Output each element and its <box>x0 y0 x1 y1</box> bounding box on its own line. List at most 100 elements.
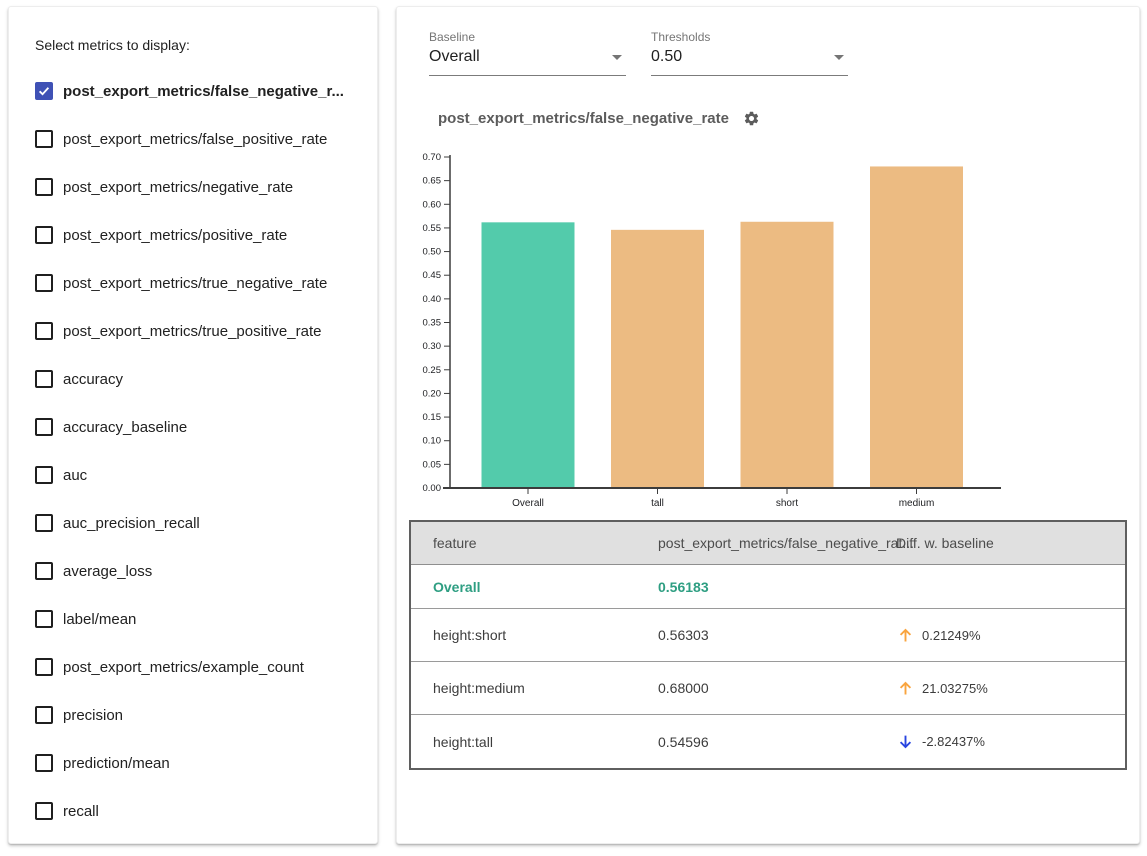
thresholds-label: Thresholds <box>651 30 848 44</box>
checkbox-unchecked-icon[interactable] <box>35 658 53 676</box>
y-tick-label: 0.00 <box>423 483 442 494</box>
bar-chart: 0.000.050.100.150.200.250.300.350.400.45… <box>397 141 1141 521</box>
table-header-row: feature post_export_metrics/false_negati… <box>411 522 1125 565</box>
cell-feature: height:medium <box>433 680 658 696</box>
chart-bar-tall[interactable] <box>611 230 704 487</box>
chart-title: post_export_metrics/false_negative_rate <box>438 110 729 127</box>
cell-diff: 21.03275% <box>896 679 1125 698</box>
metric-label: post_export_metrics/true_positive_rate <box>63 323 321 340</box>
chart-bar-medium[interactable] <box>870 166 963 487</box>
metric-label: average_loss <box>63 563 152 580</box>
chart-header: post_export_metrics/false_negative_rate <box>438 110 760 127</box>
metric-checkbox-item[interactable]: auc_precision_recall <box>35 499 377 547</box>
x-tick-label: short <box>776 498 798 509</box>
metric-checkbox-item[interactable]: post_export_metrics/example_count <box>35 643 377 691</box>
y-tick-label: 0.30 <box>423 341 442 352</box>
diff-value: -2.82437% <box>922 734 985 749</box>
cell-metric-value: 0.68000 <box>658 680 896 696</box>
metric-checkbox-item[interactable]: post_export_metrics/true_negative_rate <box>35 259 377 307</box>
checkbox-unchecked-icon[interactable] <box>35 226 53 244</box>
checkbox-unchecked-icon[interactable] <box>35 754 53 772</box>
metric-list: post_export_metrics/false_negative_r...p… <box>35 67 377 835</box>
table-row-overall: Overall0.56183 <box>411 565 1125 609</box>
table-header-diff: Diff. w. baseline <box>896 535 1125 551</box>
table-row-height-tall: height:tall0.54596 -2.82437% <box>411 715 1125 768</box>
metric-checkbox-item[interactable]: label/mean <box>35 595 377 643</box>
metric-checkbox-item[interactable]: accuracy_baseline <box>35 403 377 451</box>
y-tick-label: 0.45 <box>423 270 442 281</box>
metric-label: recall <box>63 803 99 820</box>
metric-label: auc <box>63 467 87 484</box>
baseline-value[interactable]: Overall <box>429 48 480 66</box>
y-tick-label: 0.50 <box>423 247 442 258</box>
x-tick-label: medium <box>899 498 935 509</box>
metric-label: post_export_metrics/negative_rate <box>63 179 293 196</box>
checkbox-unchecked-icon[interactable] <box>35 370 53 388</box>
cell-diff: 0.21249% <box>896 626 1125 645</box>
metric-label: accuracy_baseline <box>63 419 187 436</box>
y-tick-label: 0.05 <box>423 459 442 470</box>
cell-feature: height:tall <box>433 734 658 750</box>
checkbox-unchecked-icon[interactable] <box>35 322 53 340</box>
checkbox-checked-icon[interactable] <box>35 82 53 100</box>
arrow-up-icon <box>896 679 915 698</box>
metric-label: prediction/mean <box>63 755 170 772</box>
metric-checkbox-item[interactable]: post_export_metrics/false_negative_r... <box>35 67 377 115</box>
metric-checkbox-item[interactable]: auc <box>35 451 377 499</box>
chevron-down-icon[interactable] <box>834 55 844 60</box>
baseline-label: Baseline <box>429 30 626 44</box>
table-row-height-medium: height:medium0.68000 21.03275% <box>411 662 1125 715</box>
metric-label: label/mean <box>63 611 136 628</box>
checkbox-unchecked-icon[interactable] <box>35 274 53 292</box>
checkbox-unchecked-icon[interactable] <box>35 802 53 820</box>
cell-metric-value: 0.54596 <box>658 734 896 750</box>
table-row-height-short: height:short0.563030.21249% <box>411 609 1125 662</box>
metric-checkbox-item[interactable]: precision <box>35 691 377 739</box>
table-header-metric: post_export_metrics/false_negative_rat..… <box>658 535 896 551</box>
y-tick-label: 0.70 <box>423 152 442 163</box>
y-tick-label: 0.55 <box>423 223 442 234</box>
metric-label: auc_precision_recall <box>63 515 200 532</box>
metric-label: accuracy <box>63 371 123 388</box>
checkbox-unchecked-icon[interactable] <box>35 130 53 148</box>
metric-checkbox-item[interactable]: average_loss <box>35 547 377 595</box>
metrics-display-panel: Baseline Overall Thresholds 0.50 post_ex… <box>396 6 1140 844</box>
chart-bar-Overall[interactable] <box>482 222 575 487</box>
chart-bar-short[interactable] <box>741 222 834 487</box>
metric-checkbox-item[interactable]: prediction/mean <box>35 739 377 787</box>
y-tick-label: 0.40 <box>423 294 442 305</box>
metric-selector-panel: Select metrics to display: post_export_m… <box>8 6 378 844</box>
metric-selector-title: Select metrics to display: <box>35 37 377 53</box>
metric-checkbox-item[interactable]: accuracy <box>35 355 377 403</box>
metric-checkbox-item[interactable]: post_export_metrics/negative_rate <box>35 163 377 211</box>
checkbox-unchecked-icon[interactable] <box>35 418 53 436</box>
metric-checkbox-item[interactable]: post_export_metrics/false_positive_rate <box>35 115 377 163</box>
checkbox-unchecked-icon[interactable] <box>35 466 53 484</box>
cell-feature: Overall <box>433 579 658 595</box>
arrow-down-icon <box>896 732 915 751</box>
table-header-feature: feature <box>433 535 658 551</box>
metric-label: post_export_metrics/false_positive_rate <box>63 131 327 148</box>
metric-checkbox-item[interactable]: recall <box>35 787 377 835</box>
thresholds-value[interactable]: 0.50 <box>651 48 682 66</box>
checkbox-unchecked-icon[interactable] <box>35 514 53 532</box>
checkbox-unchecked-icon[interactable] <box>35 178 53 196</box>
metric-label: post_export_metrics/positive_rate <box>63 227 287 244</box>
cell-diff: -2.82437% <box>896 732 1125 751</box>
baseline-dropdown[interactable]: Baseline Overall <box>429 30 626 76</box>
diff-value: 0.21249% <box>922 628 981 643</box>
x-tick-label: Overall <box>512 498 544 509</box>
thresholds-dropdown[interactable]: Thresholds 0.50 <box>651 30 848 76</box>
cell-metric-value: 0.56183 <box>658 579 896 595</box>
diff-value: 21.03275% <box>922 681 988 696</box>
checkbox-unchecked-icon[interactable] <box>35 610 53 628</box>
y-tick-label: 0.10 <box>423 436 442 447</box>
chevron-down-icon[interactable] <box>612 55 622 60</box>
metric-checkbox-item[interactable]: post_export_metrics/true_positive_rate <box>35 307 377 355</box>
checkbox-unchecked-icon[interactable] <box>35 562 53 580</box>
checkbox-unchecked-icon[interactable] <box>35 706 53 724</box>
metric-checkbox-item[interactable]: post_export_metrics/positive_rate <box>35 211 377 259</box>
metrics-table: feature post_export_metrics/false_negati… <box>409 520 1127 770</box>
gear-icon[interactable] <box>743 110 760 127</box>
y-tick-label: 0.65 <box>423 176 442 187</box>
